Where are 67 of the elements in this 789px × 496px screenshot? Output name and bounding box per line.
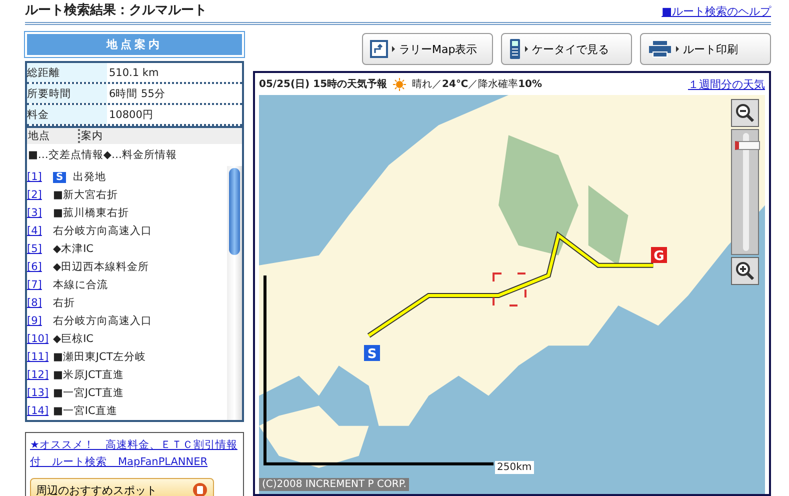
sun-icon [393,78,406,90]
help-link[interactable]: ■ルート検索のヘルプ [662,4,771,19]
summary-label: 所要時間 [27,84,107,103]
zoom-in-icon [735,261,755,281]
start-badge: S [53,172,66,182]
zoom-out-icon [735,103,755,123]
point-text: ■一宮JCT直進 [53,386,124,400]
scrollbar[interactable] [227,166,242,420]
point-text: ■一宮IC直進 [53,404,118,418]
caret-icon [676,46,679,52]
point-text: ■瀬田東JCT左分岐 [53,350,146,364]
legend-text: ■…交差点情報◆…料金所情報 [27,148,178,163]
point-text: ◆木津IC [53,242,94,256]
page-title: ルート検索結果：クルマルート [25,2,207,19]
point-text: 右分岐方向高速入口 [53,224,152,238]
caret-icon [392,46,395,52]
point-link[interactable]: [12] [27,369,49,381]
point-link[interactable]: [14] [27,405,49,417]
zoom-handle[interactable] [735,141,760,150]
point-link[interactable]: [13] [27,387,49,399]
point-text: 右分岐方向高速入口 [53,314,152,328]
point-text: ◆田辺西本線料金所 [53,260,150,274]
point-text: ■菰川橋東右折 [53,206,129,220]
point-link[interactable]: [6] [27,261,49,273]
toolbar-button[interactable]: ラリーMap表示 [362,33,493,65]
scale-label: 250km [495,461,534,474]
nearby-spots-button[interactable]: 周辺のおすすめスポット [30,478,214,496]
point-link[interactable]: [4] [27,225,49,237]
point-link[interactable]: [9] [27,315,49,327]
weekly-weather-link[interactable]: １週間分の天気 [688,76,765,92]
caret-icon [525,46,528,52]
zoom-in-button[interactable] [731,257,759,285]
goal-marker: G [651,247,667,263]
column-header: 地点 [27,129,80,143]
forecast-text: 晴れ／24℃／降水確率10% [412,78,542,91]
forecast-date: 05/25(日) 15時の天気予報 [259,78,388,91]
point-link[interactable]: [7] [27,279,49,291]
printer-icon [648,40,672,58]
start-marker: S [364,345,380,361]
summary-label: 料金 [27,105,107,124]
point-text: 出発地 [73,170,106,184]
point-link[interactable]: [11] [27,351,49,363]
tag-icon [192,482,208,496]
zoom-out-button[interactable] [731,99,759,127]
summary-value: 10800円 [108,108,154,122]
mobile-phone-icon [509,38,521,60]
point-text: ◆巨椋IC [53,332,94,346]
toolbar-button[interactable]: ルート印刷 [640,33,771,65]
point-text: 本線に合流 [53,278,108,292]
point-link[interactable]: [2] [27,189,49,201]
zoom-slider[interactable] [731,129,759,255]
point-link[interactable]: [3] [27,207,49,219]
toolbar-button[interactable]: ケータイで見る [501,33,632,65]
point-link[interactable]: [10] [27,333,49,345]
copyright-text: (C)2008 INCREMENT P CORP. [259,478,410,491]
point-text: ■米原JCT直進 [53,368,124,382]
promo-link[interactable]: ★オススメ！ 高速料金、ＥＴＣ割引情報付 ルート検索 MapFanPLANNER [30,437,239,471]
summary-value: 510.1 km [108,66,159,78]
column-header: 案内 [80,129,104,143]
point-text: 右折 [53,296,75,310]
point-link[interactable]: [1] [27,171,49,183]
point-link[interactable]: [5] [27,243,49,255]
summary-label: 総距離 [27,63,107,82]
point-link[interactable]: [8] [27,297,49,309]
summary-value: 6時間 55分 [108,86,166,100]
point-text: ■新大宮右折 [53,188,118,202]
section-heading: 地点案内 [25,32,244,57]
